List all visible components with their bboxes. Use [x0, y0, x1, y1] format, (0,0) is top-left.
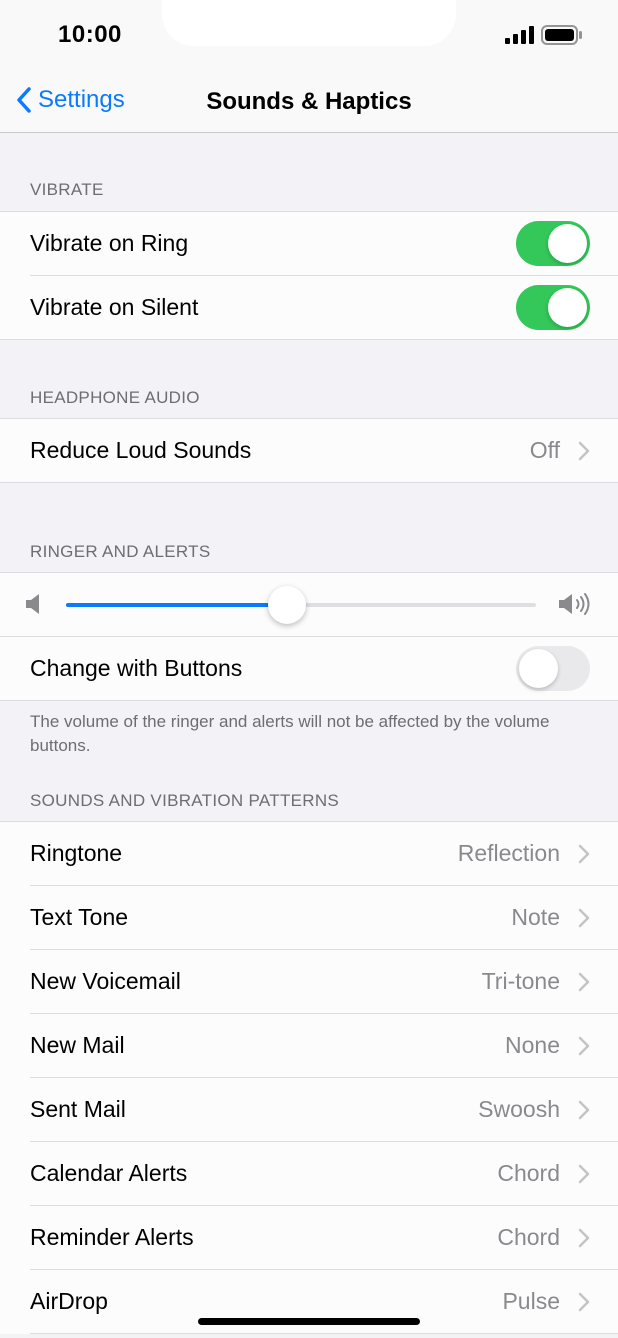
row-calendar-alerts[interactable]: Calendar Alerts Chord	[30, 1142, 618, 1206]
row-value: Swoosh	[478, 1096, 560, 1122]
row-text-tone[interactable]: Text Tone Note	[30, 886, 618, 950]
patterns-group: Ringtone Reflection Text Tone Note New V…	[0, 821, 618, 1334]
headphone-group: Reduce Loud Sounds Off	[0, 418, 618, 483]
home-indicator[interactable]	[198, 1318, 420, 1325]
row-value: Off	[529, 437, 560, 463]
row-label: New Voicemail	[30, 968, 181, 994]
chevron-right-icon	[578, 441, 590, 461]
vibrate-on-silent-toggle[interactable]	[516, 285, 590, 330]
chevron-right-icon	[578, 1036, 590, 1056]
row-label: Vibrate on Silent	[30, 294, 199, 320]
row-new-voicemail[interactable]: New Voicemail Tri-tone	[30, 950, 618, 1014]
section-header-sounds-and-vibration-patterns: SOUNDS AND VIBRATION PATTERNS	[30, 791, 340, 810]
ringer-volume-slider[interactable]	[66, 586, 536, 624]
row-value: Pulse	[502, 1288, 560, 1314]
row-change-with-buttons: Change with Buttons	[30, 637, 618, 700]
row-label: AirDrop	[30, 1288, 108, 1314]
chevron-right-icon	[578, 1228, 590, 1248]
toggle-knob	[548, 224, 587, 263]
cellular-signal-icon	[505, 26, 534, 44]
toggle-knob	[548, 288, 587, 327]
row-label: Reminder Alerts	[30, 1224, 194, 1250]
status-bar: 10:00	[0, 0, 618, 66]
toggle-knob	[519, 649, 558, 688]
row-new-mail[interactable]: New Mail None	[30, 1014, 618, 1078]
row-value: Chord	[497, 1224, 560, 1250]
chevron-right-icon	[578, 1292, 590, 1312]
row-reminder-alerts[interactable]: Reminder Alerts Chord	[30, 1206, 618, 1270]
navigation-bar: Settings Sounds & Haptics	[0, 66, 618, 133]
row-label: Vibrate on Ring	[30, 230, 189, 256]
page-title: Sounds & Haptics	[206, 88, 412, 115]
row-label: Ringtone	[30, 840, 123, 866]
ringer-group: Change with Buttons	[0, 572, 618, 701]
notch	[162, 0, 456, 46]
slider-fill	[66, 603, 287, 607]
row-vibrate-on-silent: Vibrate on Silent	[30, 276, 618, 339]
row-label: Change with Buttons	[30, 655, 243, 681]
chevron-right-icon	[578, 908, 590, 928]
row-sent-mail[interactable]: Sent Mail Swoosh	[30, 1078, 618, 1142]
speaker-high-icon	[559, 593, 590, 615]
row-label: Text Tone	[30, 904, 129, 930]
row-value: Note	[511, 904, 560, 930]
slider-thumb[interactable]	[267, 586, 306, 624]
status-time: 10:00	[58, 21, 122, 48]
ringer-volume-row	[0, 573, 618, 637]
chevron-right-icon	[578, 972, 590, 992]
row-value: Reflection	[457, 840, 560, 866]
section-header-headphone-audio: HEADPHONE AUDIO	[30, 388, 200, 407]
speaker-low-icon	[26, 594, 39, 614]
vibrate-group: Vibrate on Ring Vibrate on Silent	[0, 211, 618, 340]
row-label: Reduce Loud Sounds	[30, 437, 252, 463]
vibrate-on-ring-toggle[interactable]	[516, 221, 590, 266]
row-label: New Mail	[30, 1032, 125, 1058]
row-label: Calendar Alerts	[30, 1160, 188, 1186]
battery-icon	[541, 25, 582, 45]
row-value: None	[505, 1032, 560, 1058]
chevron-right-icon	[578, 1164, 590, 1184]
row-reduce-loud-sounds[interactable]: Reduce Loud Sounds Off	[30, 419, 618, 482]
row-vibrate-on-ring: Vibrate on Ring	[30, 212, 618, 276]
change-with-buttons-toggle[interactable]	[516, 646, 590, 691]
row-value: Chord	[497, 1160, 560, 1186]
ringer-footer-note: The volume of the ringer and alerts will…	[30, 712, 550, 755]
section-header-vibrate: VIBRATE	[30, 180, 104, 199]
row-ringtone[interactable]: Ringtone Reflection	[30, 822, 618, 886]
row-label: Sent Mail	[30, 1096, 126, 1122]
row-value: Tri-tone	[481, 968, 560, 994]
chevron-right-icon	[578, 1100, 590, 1120]
section-header-ringer-and-alerts: RINGER AND ALERTS	[30, 542, 211, 561]
chevron-right-icon	[578, 844, 590, 864]
